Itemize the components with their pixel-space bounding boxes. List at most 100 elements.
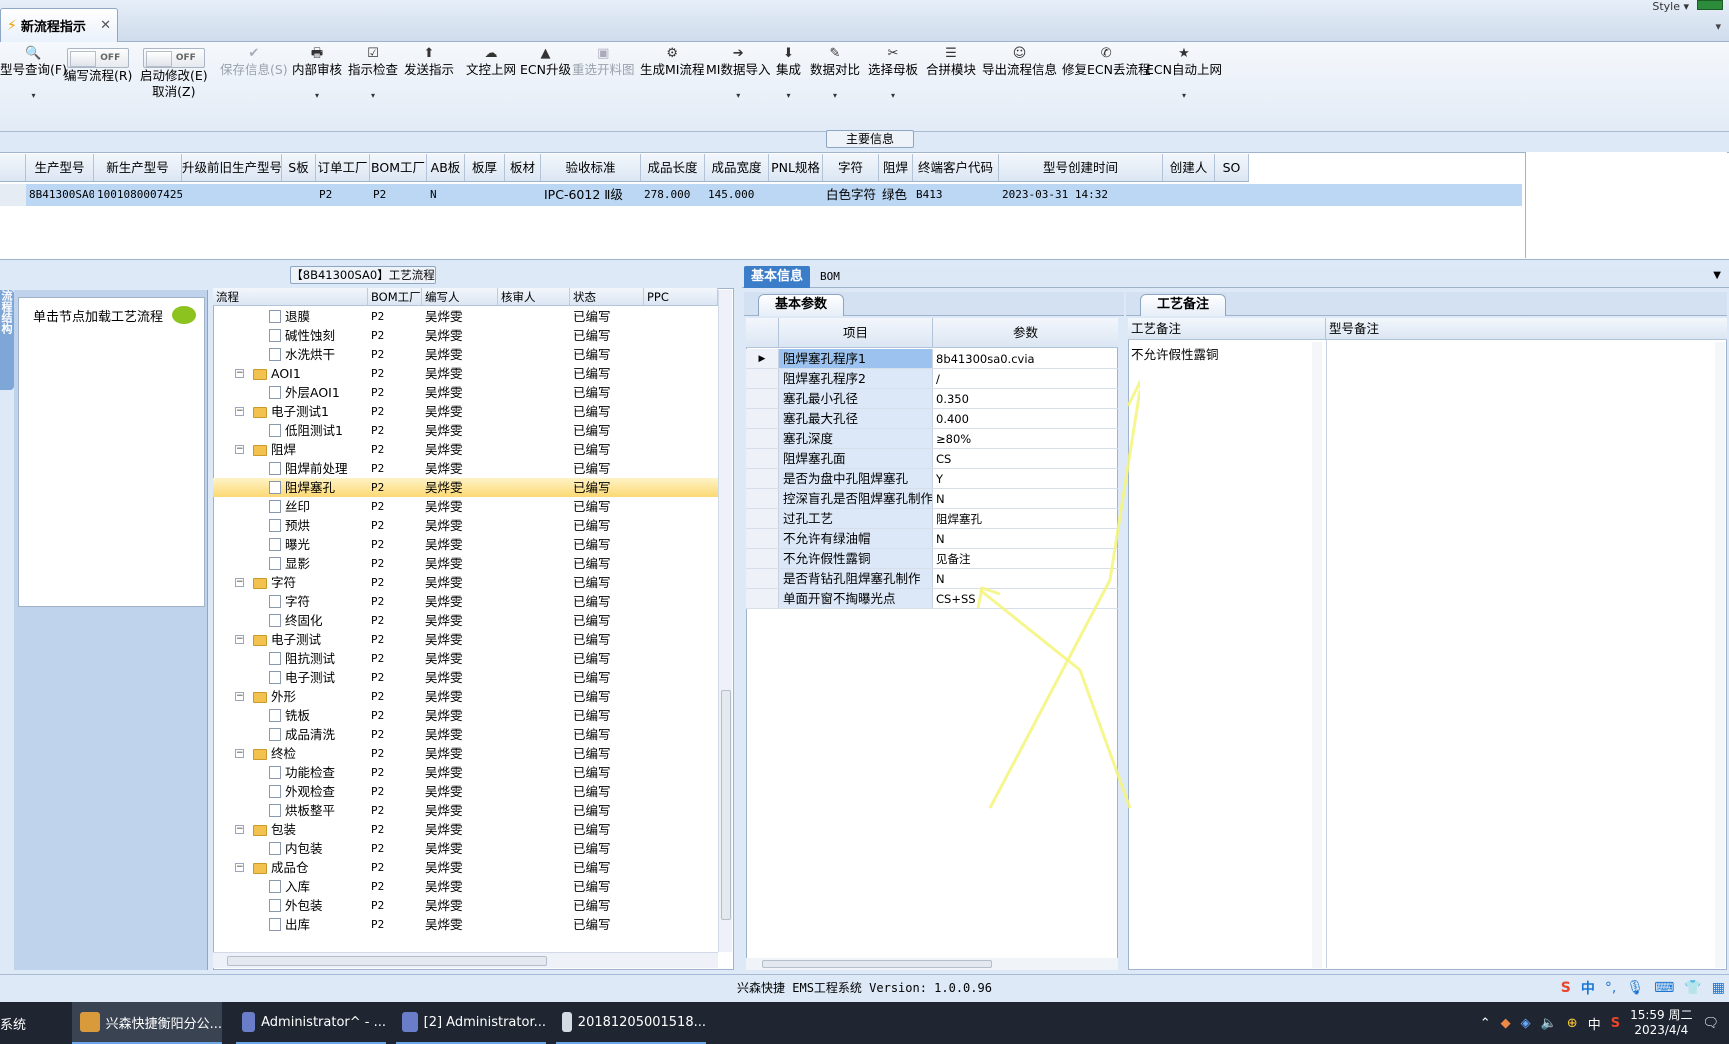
toolbar-button-15[interactable]: ☰ 合拼模块 bbox=[926, 46, 976, 78]
main-col-header[interactable]: SO bbox=[1215, 154, 1249, 181]
dropdown-arrow-icon[interactable]: ▾ bbox=[868, 88, 918, 104]
dropdown-arrow-icon[interactable]: ▾ bbox=[706, 88, 770, 104]
scroll-thumb[interactable] bbox=[227, 956, 547, 966]
main-cell[interactable] bbox=[182, 184, 282, 206]
main-cell[interactable] bbox=[465, 184, 505, 206]
main-cell[interactable]: 白色字符 bbox=[823, 184, 879, 206]
chevron-down-icon[interactable]: ▾ bbox=[1715, 20, 1721, 33]
process-tree-row[interactable]: 字符 P2 吴烨雯 已编写 bbox=[213, 592, 718, 611]
main-cell[interactable] bbox=[1215, 184, 1249, 206]
punctuation-icon[interactable]: °, bbox=[1605, 980, 1616, 996]
toolbar-button-8[interactable]: ▲ ECN升级 bbox=[520, 46, 571, 78]
main-cell[interactable] bbox=[1163, 184, 1215, 206]
tab-basic-params[interactable]: 基本参数 bbox=[758, 294, 844, 316]
tree-col-header[interactable]: PPC bbox=[644, 288, 718, 305]
main-cell[interactable]: 145.000 bbox=[705, 184, 769, 206]
keyboard-icon[interactable]: ⌨ bbox=[1654, 980, 1674, 996]
process-tree-row[interactable]: 水洗烘干 P2 吴烨雯 已编写 bbox=[213, 345, 718, 364]
toolbar-button-17[interactable]: ✆ 修复ECN丢流程 bbox=[1062, 46, 1150, 78]
main-col-header[interactable]: 订单工厂 bbox=[316, 154, 370, 181]
toolbar-button-10[interactable]: ⚙ 生成MI流程 bbox=[640, 46, 704, 78]
volume-icon[interactable]: 🔈 bbox=[1541, 1016, 1557, 1031]
sogou-icon[interactable]: S bbox=[1561, 980, 1571, 996]
ime-toolbar[interactable]: S 中 °, 🎙 ⌨ 👕 ▦ bbox=[1561, 976, 1725, 1000]
ime-mode-icon[interactable]: 中 bbox=[1581, 978, 1595, 998]
param-row[interactable]: ▶ 阻焊塞孔程序1 8b41300sa0.cvia bbox=[746, 349, 1118, 369]
tab-bom[interactable]: BOM bbox=[820, 266, 840, 288]
process-tree-row[interactable]: − 外形 P2 吴烨雯 已编写 bbox=[213, 687, 718, 706]
clock[interactable]: 15:59 周二 2023/4/4 bbox=[1630, 1008, 1692, 1038]
main-col-header[interactable]: 阻焊 bbox=[879, 154, 913, 181]
process-tree-row[interactable]: 内包装 P2 吴烨雯 已编写 bbox=[213, 839, 718, 858]
main-cell[interactable]: P2 bbox=[370, 184, 427, 206]
collapse-icon[interactable]: − bbox=[235, 863, 244, 872]
toolbar-button-6[interactable]: ⬆ 发送指示 bbox=[404, 46, 454, 78]
microphone-icon[interactable]: 🎙 bbox=[1626, 980, 1644, 996]
process-tree-row[interactable]: 成品清洗 P2 吴烨雯 已编写 bbox=[213, 725, 718, 744]
params-horizontal-scrollbar[interactable] bbox=[746, 958, 1118, 970]
document-tab[interactable]: ⚡ 新流程指示 ✕ bbox=[0, 8, 118, 42]
main-cell[interactable]: IPC-6012 Ⅱ级 bbox=[541, 184, 641, 206]
process-tree-row[interactable]: 丝印 P2 吴烨雯 已编写 bbox=[213, 497, 718, 516]
collapse-icon[interactable]: − bbox=[235, 635, 244, 644]
grid-icon[interactable]: ▦ bbox=[1712, 980, 1725, 996]
collapse-icon[interactable]: − bbox=[235, 578, 244, 587]
main-cell[interactable]: 10010800074254 bbox=[94, 184, 182, 206]
main-cell[interactable] bbox=[769, 184, 823, 206]
ime-indicator[interactable]: 中 bbox=[1588, 1014, 1601, 1033]
main-cell[interactable]: P2 bbox=[316, 184, 370, 206]
process-tree-vertical-scrollbar[interactable] bbox=[718, 290, 732, 952]
main-cell[interactable] bbox=[505, 184, 541, 206]
main-cell[interactable] bbox=[282, 184, 316, 206]
collapse-icon[interactable]: − bbox=[235, 407, 244, 416]
process-tree-row[interactable]: 预烘 P2 吴烨雯 已编写 bbox=[213, 516, 718, 535]
process-tree-row[interactable]: 显影 P2 吴烨雯 已编写 bbox=[213, 554, 718, 573]
main-col-header[interactable]: 升级前旧生产型号 bbox=[182, 154, 282, 181]
main-col-header[interactable]: 验收标准 bbox=[541, 154, 641, 181]
process-tree-row[interactable]: 退膜 P2 吴烨雯 已编写 bbox=[213, 307, 718, 326]
main-cell[interactable]: 绿色 bbox=[879, 184, 913, 206]
collapse-icon[interactable]: − bbox=[235, 369, 244, 378]
toolbar-button-4[interactable]: 🖶 内部审核 ▾ bbox=[292, 46, 342, 104]
process-tree-row[interactable]: 外观检查 P2 吴烨雯 已编写 bbox=[213, 782, 718, 801]
tab-basic-info[interactable]: 基本信息 bbox=[744, 266, 810, 288]
scroll-thumb[interactable] bbox=[762, 960, 992, 968]
main-col-header[interactable]: 成品宽度 bbox=[705, 154, 769, 181]
toolbar-button-16[interactable]: ☺ 导出流程信息 bbox=[982, 46, 1057, 78]
toggle-switch[interactable]: OFF bbox=[67, 48, 130, 68]
close-icon[interactable]: ✕ bbox=[100, 18, 111, 33]
main-col-header[interactable]: 字符 bbox=[823, 154, 879, 181]
taskbar-item-db1[interactable]: Administrator^ - ... bbox=[236, 1002, 386, 1044]
dropdown-arrow-icon[interactable]: ▾ bbox=[1146, 88, 1222, 104]
process-tree-row[interactable]: 烘板整平 P2 吴烨雯 已编写 bbox=[213, 801, 718, 820]
tray-shield-icon[interactable]: ◈ bbox=[1521, 1016, 1531, 1031]
main-col-header[interactable]: 创建人 bbox=[1163, 154, 1215, 181]
style-menu[interactable]: Style ▾ bbox=[1652, 0, 1689, 13]
chevron-up-icon[interactable]: ⌃ bbox=[1480, 1016, 1491, 1031]
main-col-header[interactable]: 终端客户代码 bbox=[913, 154, 999, 181]
process-tree-row[interactable]: − AOI1 P2 吴烨雯 已编写 bbox=[213, 364, 718, 383]
main-cell[interactable]: N bbox=[427, 184, 465, 206]
toolbar-button-18[interactable]: ★ ECN自动上网 ▾ bbox=[1146, 46, 1222, 104]
tree-col-header[interactable]: 流程 bbox=[213, 288, 368, 305]
process-tree-row[interactable]: 外层AOI1 P2 吴烨雯 已编写 bbox=[213, 383, 718, 402]
dropdown-arrow-icon[interactable]: ▾ bbox=[348, 88, 398, 104]
dropdown-arrow-icon[interactable]: ▾ bbox=[292, 88, 342, 104]
param-value[interactable]: 8b41300sa0.cvia bbox=[933, 349, 1118, 368]
chevron-down-icon[interactable]: ▼ bbox=[1713, 270, 1721, 281]
toolbar-button-11[interactable]: ➔ MI数据导入 ▾ bbox=[706, 46, 770, 104]
dropdown-arrow-icon[interactable]: ▾ bbox=[810, 88, 860, 104]
toggle-switch[interactable]: OFF bbox=[142, 48, 205, 68]
process-tree-row[interactable]: 阻抗测试 P2 吴烨雯 已编写 bbox=[213, 649, 718, 668]
taskbar-item-db2[interactable]: [2] Administrator... bbox=[396, 1002, 546, 1044]
process-tree-row[interactable]: − 终检 P2 吴烨雯 已编写 bbox=[213, 744, 718, 763]
process-tree-row[interactable]: 终固化 P2 吴烨雯 已编写 bbox=[213, 611, 718, 630]
toolbar-button-9[interactable]: ▣ 重选开料图 bbox=[572, 46, 635, 78]
notification-icon[interactable]: 🗨 bbox=[1702, 1016, 1719, 1031]
process-tree-row[interactable]: − 电子测试 P2 吴烨雯 已编写 bbox=[213, 630, 718, 649]
taskbar-item-doc[interactable]: 20181205001518... bbox=[556, 1002, 706, 1044]
process-tree-row[interactable]: 铣板 P2 吴烨雯 已编写 bbox=[213, 706, 718, 725]
collapse-icon[interactable]: − bbox=[235, 749, 244, 758]
sogou-icon[interactable]: S bbox=[1611, 1016, 1620, 1031]
process-tree-row[interactable]: − 电子测试1 P2 吴烨雯 已编写 bbox=[213, 402, 718, 421]
